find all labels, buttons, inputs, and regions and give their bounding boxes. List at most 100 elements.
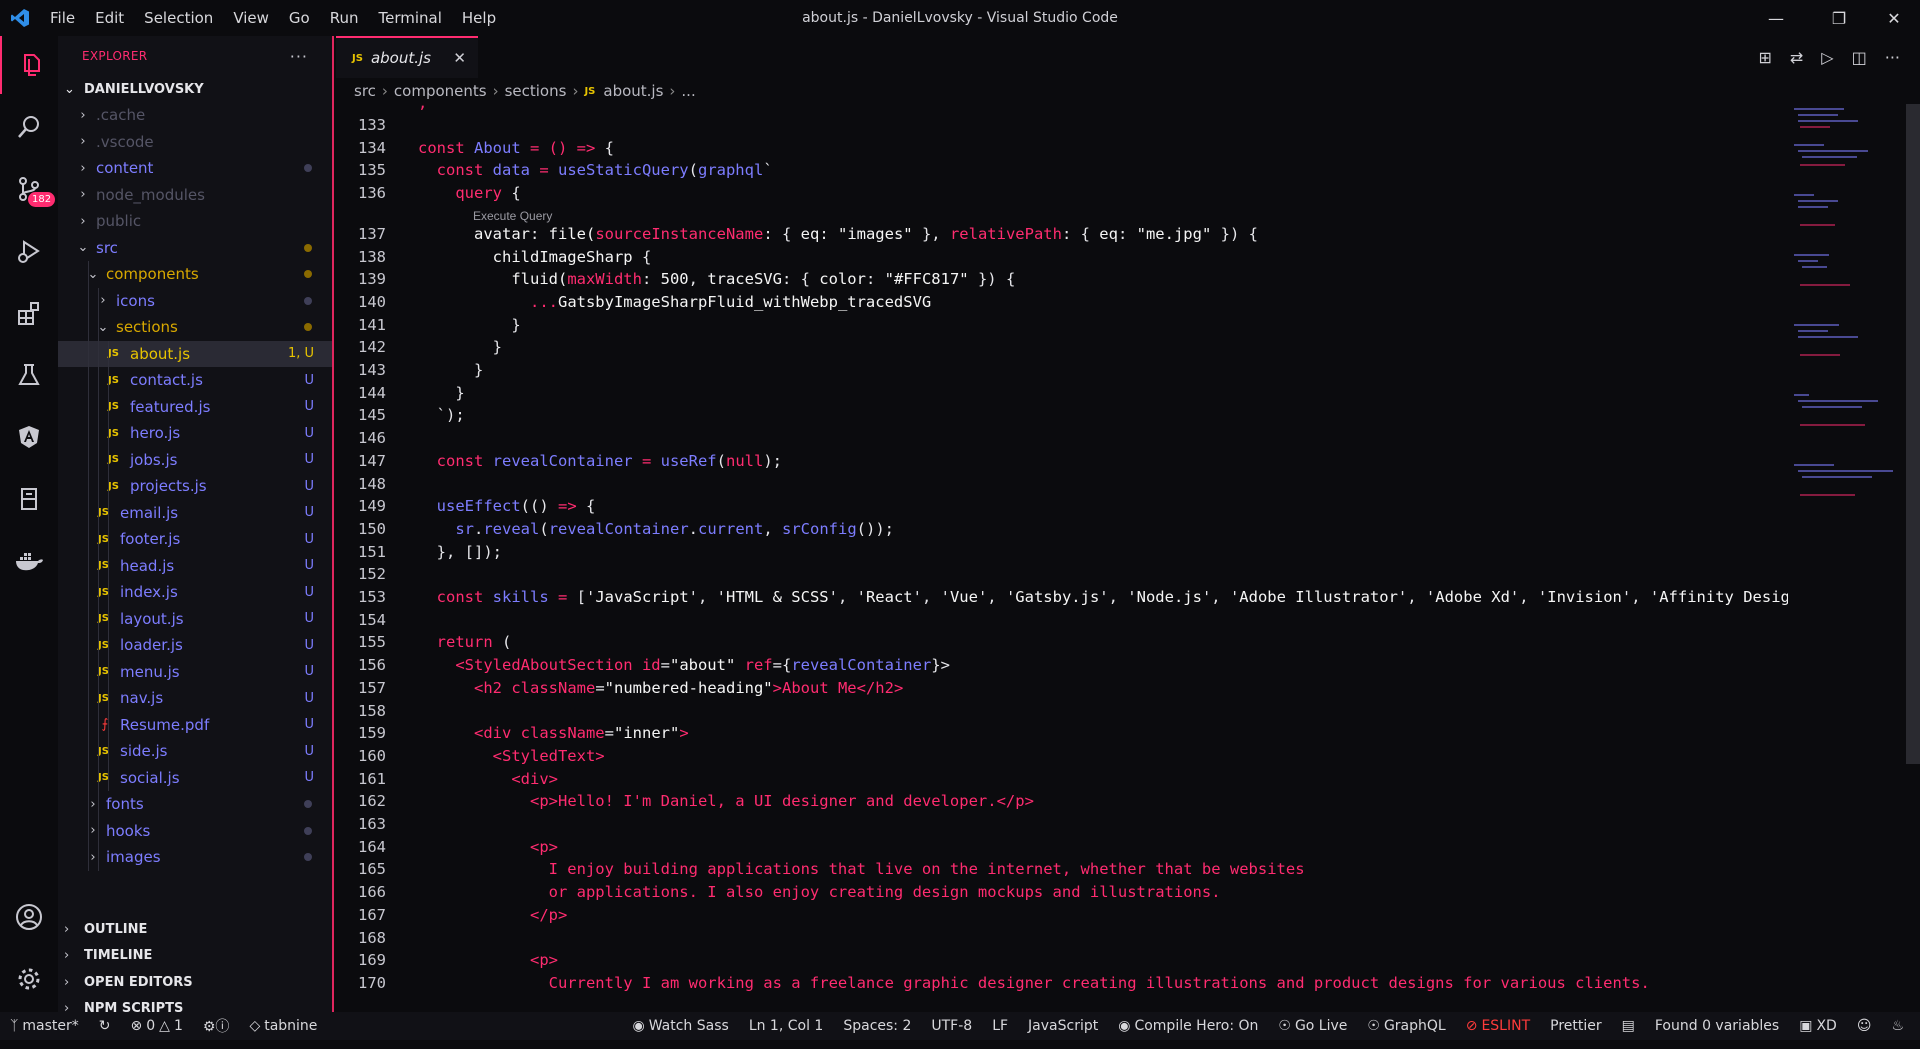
minimize-icon[interactable]: —: [1752, 0, 1800, 36]
compare-icon[interactable]: ⇄: [1790, 48, 1803, 67]
explorer-icon[interactable]: [0, 36, 58, 94]
tabnine-indicator[interactable]: ◇ tabnine: [239, 1018, 327, 1034]
file-item[interactable]: JS menu.js U: [58, 659, 332, 686]
indentation[interactable]: Spaces: 2: [833, 1018, 921, 1034]
go-live[interactable]: ☉ Go Live: [1268, 1018, 1357, 1034]
close-tab-icon[interactable]: ✕: [453, 49, 466, 67]
folder-item[interactable]: › icons: [58, 288, 332, 315]
vertical-scrollbar[interactable]: [1906, 104, 1920, 764]
language-mode[interactable]: JavaScript: [1018, 1018, 1108, 1034]
file-item[interactable]: JS loader.js U: [58, 632, 332, 659]
extensions-icon[interactable]: [0, 284, 58, 342]
code-token: (: [539, 519, 549, 538]
restore-icon[interactable]: ❐: [1815, 0, 1863, 36]
folder-item[interactable]: › hooks: [58, 818, 332, 845]
file-item[interactable]: JS footer.js U: [58, 526, 332, 553]
angular-icon[interactable]: [0, 408, 58, 466]
code-token: : {: [781, 270, 820, 289]
terminal-icon[interactable]: ▤: [1612, 1018, 1645, 1034]
compile-hero[interactable]: ◉ Compile Hero: On: [1108, 1018, 1268, 1034]
live-share-icon[interactable]: ⚙ⓘ: [193, 1016, 240, 1036]
file-item[interactable]: JS layout.js U: [58, 606, 332, 633]
graphql-status[interactable]: ☉ GraphQL: [1357, 1018, 1455, 1034]
source-control-icon[interactable]: 182: [0, 160, 58, 218]
remote-explorer-icon[interactable]: [0, 470, 58, 528]
panel-timeline[interactable]: › TIMELINE: [58, 943, 332, 970]
open-changes-icon[interactable]: ⊞: [1758, 48, 1771, 67]
file-item[interactable]: JS index.js U: [58, 579, 332, 606]
panel-outline[interactable]: › OUTLINE: [58, 916, 332, 943]
code-editor[interactable]: 133 134 135 136 137 138 139 140 141 142 143 144 145 1…: [336, 104, 1920, 1012]
search-icon[interactable]: [0, 98, 58, 156]
problems-indicator[interactable]: ⊗ 0 △ 1: [121, 1018, 193, 1034]
prettier-status[interactable]: Prettier: [1540, 1018, 1612, 1034]
file-item[interactable]: JS jobs.js U: [58, 447, 332, 474]
git-status-badge: U: [304, 558, 314, 574]
encoding[interactable]: UTF-8: [921, 1018, 982, 1034]
feedback-icon[interactable]: ☺: [1847, 1018, 1882, 1034]
testing-flask-icon[interactable]: [0, 346, 58, 404]
menu-selection[interactable]: Selection: [134, 0, 223, 36]
folder-item[interactable]: › content: [58, 155, 332, 182]
sync-icon[interactable]: ↻: [89, 1018, 121, 1034]
menu-terminal[interactable]: Terminal: [369, 0, 452, 36]
execute-query-codelens[interactable]: Execute Query: [473, 209, 552, 223]
file-item[interactable]: JS email.js U: [58, 500, 332, 527]
settings-gear-icon[interactable]: [0, 950, 58, 1008]
title-bar: File Edit Selection View Go Run Terminal…: [0, 0, 1920, 36]
menu-run[interactable]: Run: [320, 0, 369, 36]
breadcrumb-item[interactable]: about.js: [603, 82, 663, 100]
breadcrumb-item[interactable]: sections: [505, 82, 567, 100]
branch-indicator[interactable]: ᛉ master*: [0, 1018, 89, 1034]
file-item[interactable]: JS social.js U: [58, 765, 332, 792]
minimap[interactable]: [1790, 104, 1900, 524]
folder-item[interactable]: ⌄ src: [58, 235, 332, 262]
end-of-line[interactable]: LF: [982, 1018, 1018, 1034]
menu-file[interactable]: File: [40, 0, 85, 36]
code-area[interactable]: ;const About = () => { const data = useS…: [418, 104, 1788, 1012]
account-icon[interactable]: [0, 888, 58, 946]
eslint-status[interactable]: ⊘ ESLINT: [1456, 1018, 1540, 1034]
folder-item[interactable]: › fonts: [58, 791, 332, 818]
variables-status[interactable]: Found 0 variables: [1645, 1018, 1789, 1034]
panel-open-editors[interactable]: › OPEN EDITORS: [58, 969, 332, 996]
more-actions-icon[interactable]: ···: [1885, 48, 1900, 67]
breadcrumb-item[interactable]: ...: [681, 82, 695, 100]
file-item[interactable]: JS contact.js U: [58, 367, 332, 394]
breadcrumb-item[interactable]: components: [394, 82, 487, 100]
folder-item[interactable]: › node_modules: [58, 182, 332, 209]
folder-item[interactable]: › .cache: [58, 102, 332, 129]
cursor-position[interactable]: Ln 1, Col 1: [739, 1018, 834, 1034]
close-window-icon[interactable]: ✕: [1870, 0, 1918, 36]
menu-help[interactable]: Help: [452, 0, 506, 36]
breadcrumb-item[interactable]: src: [354, 82, 376, 100]
menu-edit[interactable]: Edit: [85, 0, 134, 36]
workspace-root[interactable]: ⌄ DANIELLVOVSKY: [58, 76, 332, 102]
more-actions-icon[interactable]: ···: [290, 47, 308, 66]
folder-item[interactable]: ⌄ components: [58, 261, 332, 288]
run-icon[interactable]: ▷: [1821, 48, 1833, 67]
file-item[interactable]: JS featured.js U: [58, 394, 332, 421]
file-item[interactable]: JS side.js U: [58, 738, 332, 765]
menu-go[interactable]: Go: [279, 0, 320, 36]
folder-item[interactable]: › public: [58, 208, 332, 235]
notifications-bell-icon[interactable]: ♨: [1881, 1018, 1914, 1034]
file-item[interactable]: JS head.js U: [58, 553, 332, 580]
folder-item[interactable]: › .vscode: [58, 129, 332, 156]
folder-item[interactable]: ⌄ sections: [58, 314, 332, 341]
file-item[interactable]: JS projects.js U: [58, 473, 332, 500]
file-item[interactable]: JS hero.js U: [58, 420, 332, 447]
folder-item[interactable]: › images: [58, 844, 332, 871]
split-editor-icon[interactable]: ◫: [1852, 48, 1867, 67]
file-item[interactable]: ⨍ Resume.pdf U: [58, 712, 332, 739]
watch-sass[interactable]: ◉ Watch Sass: [623, 1018, 739, 1034]
file-item[interactable]: JS about.js 1, U: [58, 340, 332, 367]
tab-about-js[interactable]: JS about.js ✕: [336, 36, 478, 78]
run-debug-icon[interactable]: [0, 222, 58, 280]
code-token: (: [716, 451, 726, 470]
docker-icon[interactable]: [0, 532, 58, 590]
file-item[interactable]: JS nav.js U: [58, 685, 332, 712]
xd-status[interactable]: ▣ XD: [1789, 1018, 1847, 1034]
menu-view[interactable]: View: [223, 0, 279, 36]
code-token: =: [604, 724, 614, 743]
